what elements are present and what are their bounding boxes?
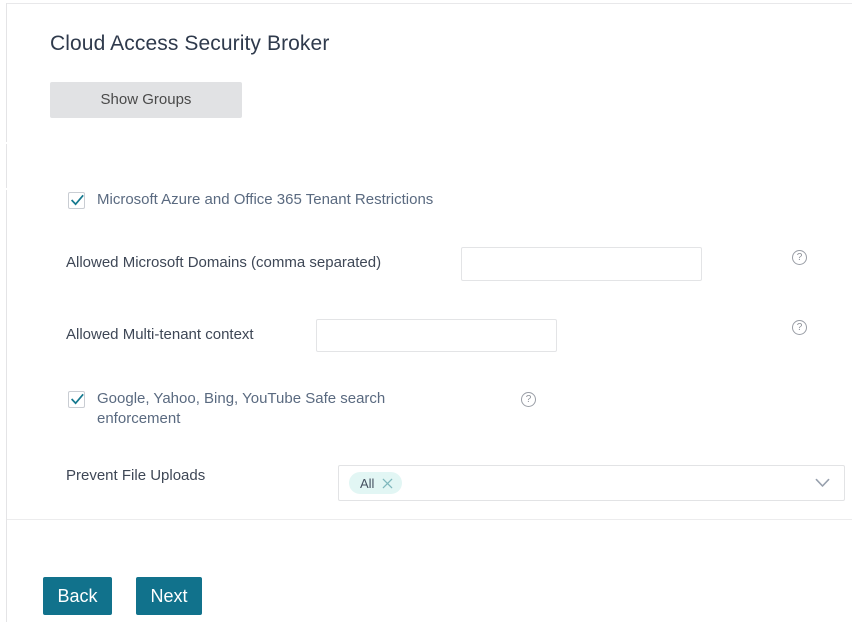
tenant-restrictions-checkbox[interactable] [68,192,85,209]
multitenant-context-label: Allowed Multi-tenant context [66,326,254,343]
page-title: Cloud Access Security Broker [50,32,330,56]
multitenant-context-help-icon[interactable]: ? [792,320,807,335]
checkmark-icon [70,393,84,405]
allowed-domains-input[interactable] [461,247,702,281]
panel-top-border [6,3,852,4]
show-groups-button[interactable]: Show Groups [50,82,242,118]
footer-divider [7,519,852,520]
next-button[interactable]: Next [136,577,202,615]
safe-search-checkbox[interactable] [68,391,85,408]
allowed-domains-help-icon[interactable]: ? [792,250,807,265]
selected-tag-label: All [360,475,375,491]
tenant-restrictions-label[interactable]: Microsoft Azure and Office 365 Tenant Re… [97,190,433,210]
prevent-file-uploads-label: Prevent File Uploads [66,467,206,484]
safe-search-help-icon[interactable]: ? [521,392,536,407]
panel-left-border [6,3,7,622]
panel-left-border-gap-lower [6,188,7,190]
allowed-domains-label: Allowed Microsoft Domains (comma separat… [66,254,382,271]
safe-search-row: Google, Yahoo, Bing, YouTube Safe search… [68,389,413,429]
back-button[interactable]: Back [43,577,112,615]
safe-search-label[interactable]: Google, Yahoo, Bing, YouTube Safe search… [97,389,413,429]
chevron-down-icon[interactable] [815,478,830,488]
tenant-restrictions-row: Microsoft Azure and Office 365 Tenant Re… [68,190,433,210]
prevent-file-uploads-multiselect[interactable]: All [338,465,845,501]
close-x-icon[interactable] [381,477,394,490]
panel-left-border-gap-upper [6,142,7,144]
multitenant-context-input[interactable] [316,319,557,352]
checkmark-icon [70,194,84,206]
cloud-access-security-broker-panel: Cloud Access Security Broker Show Groups… [0,0,852,622]
selected-tag: All [349,472,403,494]
